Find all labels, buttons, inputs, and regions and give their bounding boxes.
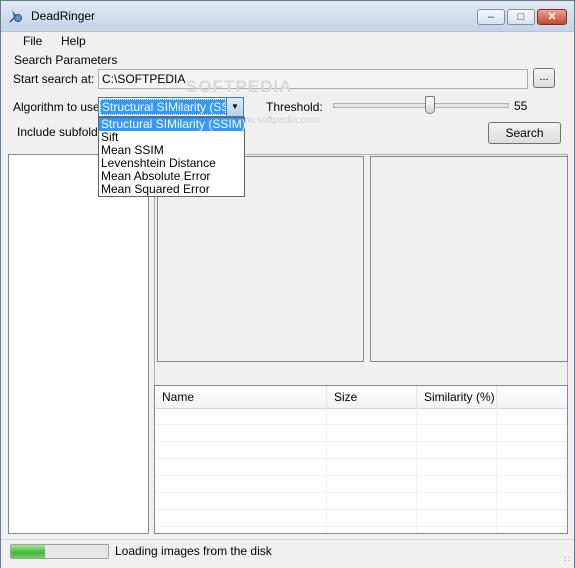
minimize-button[interactable]: – <box>477 9 505 25</box>
search-parameters-label: Search Parameters <box>12 53 120 67</box>
table-row <box>155 476 567 493</box>
menu-file[interactable]: File <box>23 34 42 48</box>
threshold-slider-thumb[interactable] <box>424 96 435 114</box>
resize-grip-icon[interactable]: ∷ <box>564 555 570 564</box>
minimize-icon: – <box>487 11 495 23</box>
start-search-label: Start search at: <box>13 72 95 86</box>
app-window: DeadRinger – □ ✕ File Help Search Parame… <box>0 0 575 568</box>
status-bar: Loading images from the disk ∷ <box>1 539 574 568</box>
threshold-label: Threshold: <box>266 100 323 114</box>
maximize-icon: □ <box>517 11 525 23</box>
column-similarity[interactable]: Similarity (%) <box>417 386 497 408</box>
algorithm-select[interactable]: Structural SIMilarity (SSIM) ▼ <box>98 97 244 117</box>
menu-bar: File Help <box>1 32 574 52</box>
table-row <box>155 408 567 425</box>
column-size[interactable]: Size <box>327 386 417 408</box>
progress-fill <box>11 545 45 558</box>
close-button[interactable]: ✕ <box>537 9 567 25</box>
results-grid[interactable]: Name Size Similarity (%) <box>154 385 568 534</box>
window-title: DeadRinger <box>31 9 96 23</box>
include-subfolders-label[interactable]: Include subfolder <box>17 125 108 139</box>
folder-tree[interactable] <box>8 154 149 534</box>
maximize-button[interactable]: □ <box>507 9 535 25</box>
algorithm-option[interactable]: Structural SIMilarity (SSIM) <box>99 118 246 131</box>
algorithm-selected-value: Structural SIMilarity (SSIM) <box>100 99 226 115</box>
algorithm-dropdown-list[interactable]: Structural SIMilarity (SSIM) Sift Mean S… <box>98 117 246 197</box>
app-icon <box>9 10 22 23</box>
close-icon: ✕ <box>547 11 557 23</box>
column-name[interactable]: Name <box>155 386 327 408</box>
watermark-logo: SOFTPEDIA <box>186 77 293 96</box>
start-path-field[interactable]: C:\SOFTPEDIA <box>98 69 528 89</box>
menu-help[interactable]: Help <box>61 34 86 48</box>
algorithm-option[interactable]: Mean Squared Error <box>99 183 244 196</box>
threshold-slider-track[interactable] <box>333 103 509 108</box>
threshold-value: 55 <box>514 99 528 113</box>
image-preview-right <box>370 156 568 362</box>
table-row <box>155 459 567 476</box>
status-text: Loading images from the disk <box>115 544 272 558</box>
table-row <box>155 493 567 510</box>
title-bar[interactable]: DeadRinger – □ ✕ <box>1 1 574 32</box>
table-row <box>155 425 567 442</box>
table-row <box>155 510 567 527</box>
algorithm-label: Algorithm to use: <box>13 100 104 114</box>
browse-button[interactable]: ... <box>533 68 555 88</box>
table-row <box>155 442 567 459</box>
results-header: Name Size Similarity (%) <box>155 386 567 409</box>
search-button[interactable]: Search <box>488 122 561 144</box>
loading-progress-bar <box>10 544 109 559</box>
chevron-down-icon[interactable]: ▼ <box>226 98 243 116</box>
